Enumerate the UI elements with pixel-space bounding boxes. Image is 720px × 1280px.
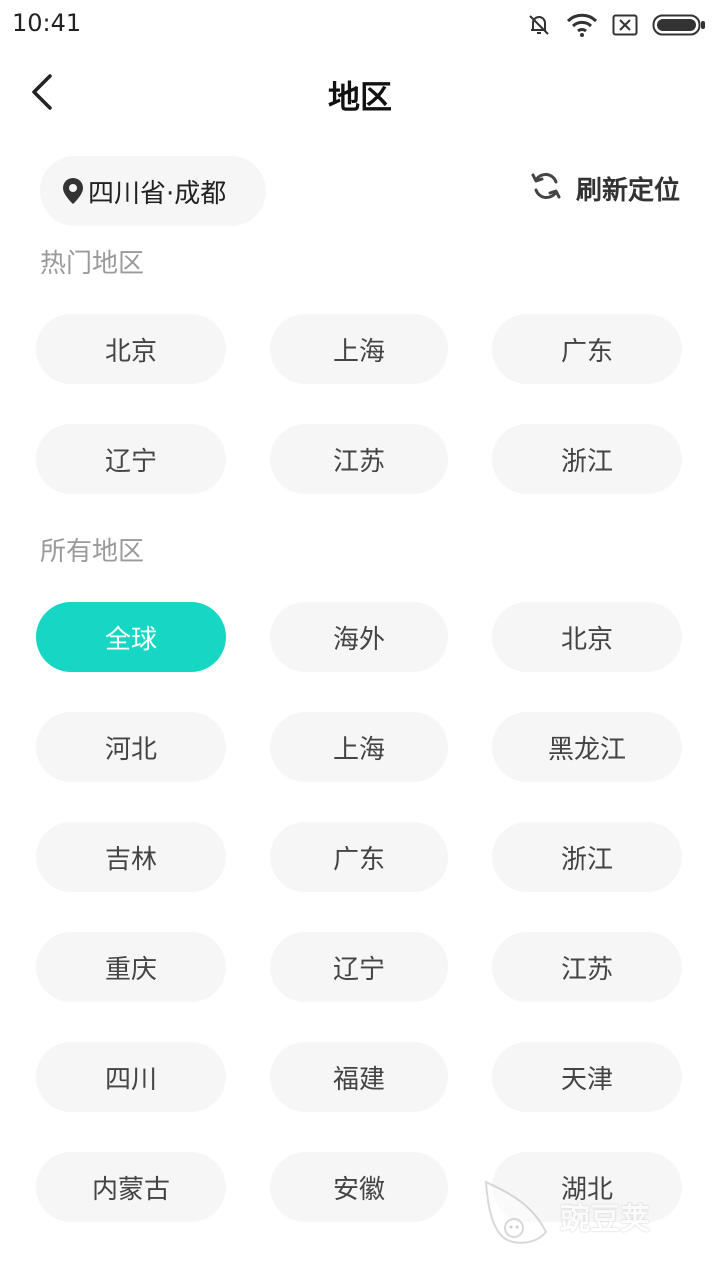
- region-chip[interactable]: 北京: [36, 314, 226, 384]
- region-chip[interactable]: 辽宁: [270, 932, 448, 1002]
- mute-bell-icon: [526, 12, 552, 38]
- region-chip[interactable]: 福建: [270, 1042, 448, 1112]
- refresh-location-label: 刷新定位: [575, 175, 680, 206]
- refresh-location-button[interactable]: 刷新定位: [530, 166, 680, 210]
- region-chip[interactable]: 全球: [36, 602, 226, 672]
- region-chip[interactable]: 四川: [36, 1042, 226, 1112]
- region-chip[interactable]: 浙江: [492, 822, 682, 892]
- status-bar: 10:41: [0, 0, 720, 50]
- region-chip[interactable]: 辽宁: [36, 424, 226, 494]
- sim-icon: [612, 14, 638, 36]
- region-chip[interactable]: 内蒙古: [36, 1152, 226, 1222]
- region-chip[interactable]: 江苏: [492, 932, 682, 1002]
- region-chip[interactable]: 北京: [492, 602, 682, 672]
- region-chip[interactable]: 广东: [270, 822, 448, 892]
- all-regions-title: 所有地区: [40, 537, 145, 567]
- region-chip[interactable]: 重庆: [36, 932, 226, 1002]
- region-chip[interactable]: 浙江: [492, 424, 682, 494]
- page-title: 地区: [327, 78, 392, 116]
- header: 地区: [0, 56, 720, 132]
- hot-regions-title: 热门地区: [40, 249, 145, 279]
- battery-icon: [652, 13, 706, 37]
- region-chip[interactable]: 海外: [270, 602, 448, 672]
- region-chip[interactable]: 湖北: [492, 1152, 682, 1222]
- region-chip[interactable]: 黑龙江: [492, 712, 682, 782]
- region-chip[interactable]: 江苏: [270, 424, 448, 494]
- location-pin-icon: [62, 177, 84, 205]
- region-chip[interactable]: 安徽: [270, 1152, 448, 1222]
- status-icons: [526, 10, 706, 40]
- region-chip[interactable]: 天津: [492, 1042, 682, 1112]
- region-chip[interactable]: 吉林: [36, 822, 226, 892]
- screen: 10:41 地区 四川省·成都 刷新定位 热门地区 北京 上海 广东 辽宁 江苏…: [0, 0, 720, 1280]
- wifi-icon: [566, 13, 598, 37]
- region-chip[interactable]: 广东: [492, 314, 682, 384]
- region-chip[interactable]: 上海: [270, 712, 448, 782]
- current-location-text: 四川省·成都: [88, 178, 227, 209]
- region-chip[interactable]: 上海: [270, 314, 448, 384]
- refresh-icon: [530, 170, 576, 206]
- current-location-chip[interactable]: 四川省·成都: [40, 156, 266, 226]
- region-chip[interactable]: 河北: [36, 712, 226, 782]
- status-time: 10:41: [12, 9, 82, 37]
